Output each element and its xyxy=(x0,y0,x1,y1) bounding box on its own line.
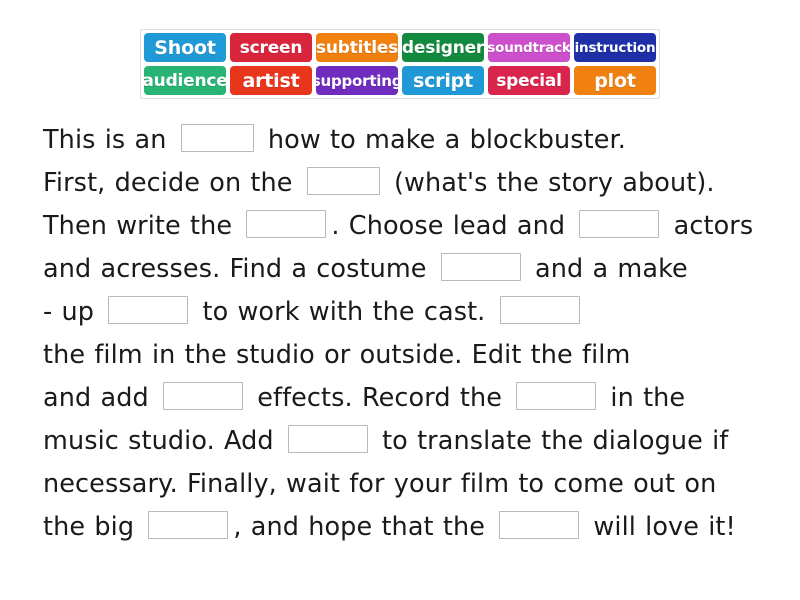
paragraph-text: necessary. Finally, wait for your film t… xyxy=(43,469,717,499)
paragraph-text: Then write the xyxy=(43,211,242,241)
paragraph-text: . Choose lead and xyxy=(331,211,575,241)
word-bank: Shoot screen subtitles designer soundtrack in… xyxy=(140,29,660,99)
answer-blank-7[interactable] xyxy=(499,296,580,324)
word-tile-instruction[interactable]: instruction xyxy=(574,33,656,62)
word-tile-subtitles[interactable]: subtitles xyxy=(316,33,398,62)
answer-blank-12[interactable] xyxy=(499,511,580,539)
paragraph-text: This is an xyxy=(43,125,176,155)
paragraph-text: and a make xyxy=(525,254,688,284)
word-tile-plot[interactable]: plot xyxy=(574,66,656,95)
answer-blank-6[interactable] xyxy=(108,296,189,324)
paragraph-text: and acresses. Find a costume xyxy=(43,254,436,284)
answer-blank-5[interactable] xyxy=(440,253,521,281)
word-tile-soundtrack[interactable]: soundtrack xyxy=(488,33,570,62)
paragraph-text: - up xyxy=(43,297,104,327)
paragraph-text: music studio. Add xyxy=(43,426,283,456)
word-tile-special[interactable]: special xyxy=(488,66,570,95)
answer-blank-3[interactable] xyxy=(246,210,327,238)
paragraph-text: in the xyxy=(601,383,686,413)
paragraph-text: (what's the story about). xyxy=(384,168,715,198)
answer-blank-11[interactable] xyxy=(148,511,229,539)
paragraph-text: to work with the cast. xyxy=(193,297,495,327)
answer-blank-10[interactable] xyxy=(287,425,368,453)
fill-in-the-blank-paragraph: This is an how to make a blockbuster. Fir… xyxy=(0,119,800,549)
paragraph-text: the big xyxy=(43,512,144,542)
paragraph-text: will love it! xyxy=(584,512,736,542)
word-tile-audience[interactable]: audience xyxy=(144,66,226,95)
answer-blank-9[interactable] xyxy=(516,382,597,410)
paragraph-text: how to make a blockbuster. xyxy=(258,125,627,155)
paragraph-text: actors xyxy=(664,211,754,241)
word-bank-row: Shoot screen subtitles designer soundtrack in… xyxy=(144,33,656,62)
word-bank-container: Shoot screen subtitles designer soundtrack in… xyxy=(0,0,800,99)
paragraph-text: to translate the dialogue if xyxy=(372,426,729,456)
word-tile-supporting[interactable]: supporting xyxy=(316,66,398,95)
word-tile-script[interactable]: script xyxy=(402,66,484,95)
word-bank-row: audience artist supporting script special plo… xyxy=(144,66,656,95)
word-tile-screen[interactable]: screen xyxy=(230,33,312,62)
paragraph-text: First, decide on the xyxy=(43,168,302,198)
word-tile-shoot[interactable]: Shoot xyxy=(144,33,226,62)
paragraph-text: the film in the studio or outside. Edit … xyxy=(43,340,631,370)
answer-blank-2[interactable] xyxy=(306,167,380,195)
answer-blank-4[interactable] xyxy=(579,210,660,238)
paragraph-text: and add xyxy=(43,383,158,413)
paragraph-text: effects. Record the xyxy=(248,383,512,413)
answer-blank-8[interactable] xyxy=(163,382,243,410)
answer-blank-1[interactable] xyxy=(180,124,254,152)
word-tile-designer[interactable]: designer xyxy=(402,33,484,62)
paragraph-text: , and hope that the xyxy=(233,512,495,542)
word-tile-artist[interactable]: artist xyxy=(230,66,312,95)
